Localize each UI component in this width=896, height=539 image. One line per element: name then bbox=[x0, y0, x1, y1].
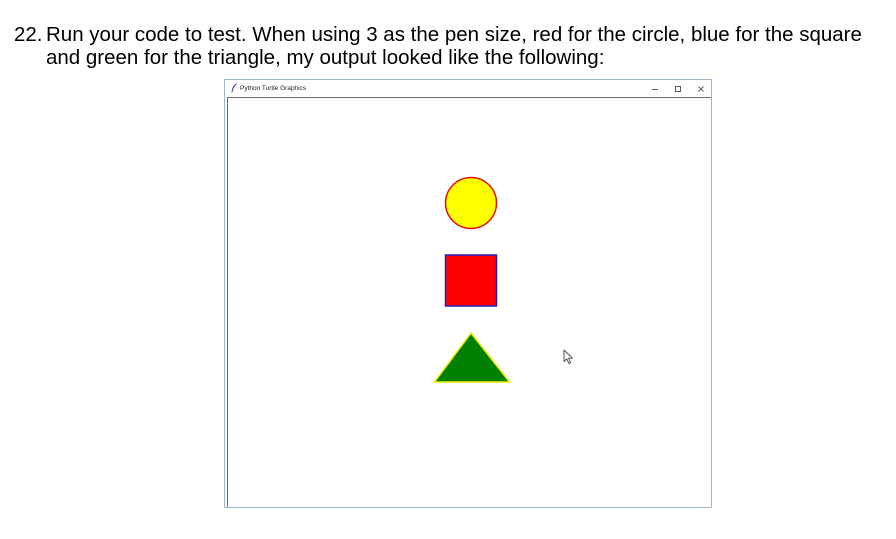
maximize-button[interactable] bbox=[667, 80, 689, 97]
step-number: 22. bbox=[14, 23, 43, 46]
step-text: Run your code to test. When using 3 as t… bbox=[46, 23, 862, 69]
minimize-icon bbox=[652, 88, 658, 90]
close-icon bbox=[698, 85, 704, 92]
green-triangle bbox=[433, 331, 512, 383]
window-title: Python Turtle Graphics bbox=[240, 85, 307, 92]
window-titlebar[interactable]: Python Turtle Graphics bbox=[225, 80, 711, 97]
close-button[interactable] bbox=[690, 80, 712, 97]
red-square bbox=[444, 254, 498, 307]
yellow-circle bbox=[444, 176, 498, 230]
turtle-window: Python Turtle Graphics bbox=[224, 79, 712, 508]
turtle-canvas[interactable] bbox=[227, 97, 711, 507]
mouse-pointer-icon bbox=[563, 349, 573, 364]
feather-icon bbox=[231, 83, 237, 93]
maximize-icon bbox=[675, 85, 681, 92]
minimize-button[interactable] bbox=[644, 80, 666, 97]
drawing-area bbox=[433, 176, 512, 383]
